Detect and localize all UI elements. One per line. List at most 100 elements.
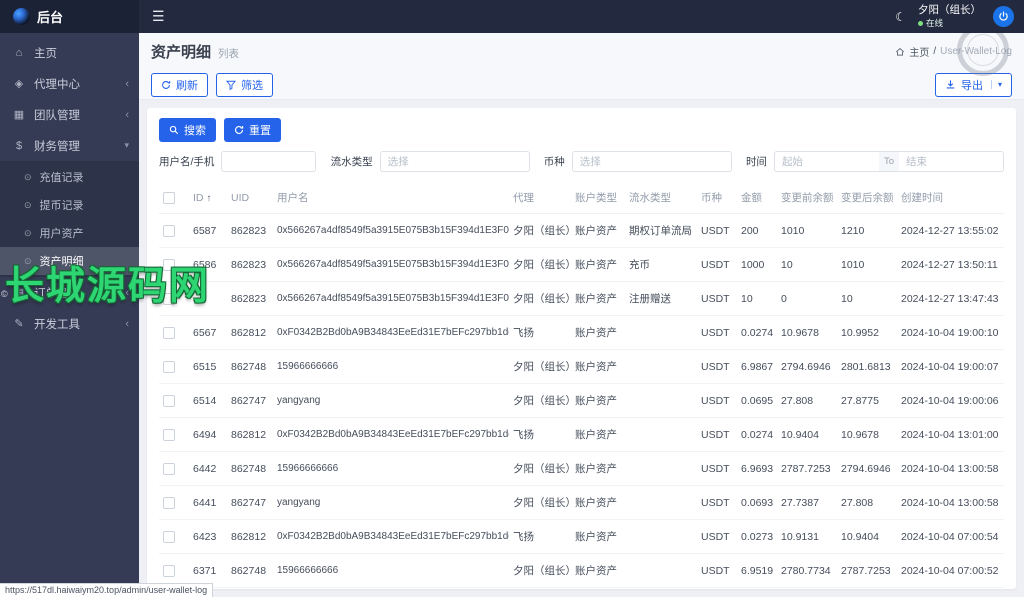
table-row: 6370862747yangyang夕阳（组长）账户资产USDT0.069227… bbox=[159, 587, 1004, 589]
page-subtitle: 列表 bbox=[218, 48, 240, 60]
cell-agent: 夕阳（组长） bbox=[509, 247, 571, 282]
chevron-left-icon: ‹ bbox=[125, 77, 129, 90]
cell-amount: 0.0274 bbox=[737, 417, 777, 452]
cell-uid: 862747 bbox=[227, 383, 273, 418]
refresh-button[interactable]: 刷新 bbox=[151, 72, 208, 97]
select-all-checkbox[interactable] bbox=[163, 191, 175, 204]
row-checkbox[interactable] bbox=[163, 428, 175, 441]
cell-coin: USDT bbox=[697, 213, 737, 248]
cell-username: yangyang bbox=[273, 383, 509, 418]
column-header-uid: UID bbox=[227, 182, 273, 214]
column-header-username: 用户名 bbox=[273, 182, 509, 214]
download-icon bbox=[946, 80, 955, 89]
row-checkbox[interactable] bbox=[163, 530, 175, 543]
breadcrumb-home[interactable]: 主页 bbox=[909, 44, 929, 59]
cell-coin: USDT bbox=[697, 519, 737, 554]
nav-label: 提币记录 bbox=[39, 200, 84, 212]
sidebar-item-user-assets[interactable]: ⊙ 用户资产 bbox=[0, 219, 139, 247]
cell-flow-type bbox=[625, 451, 697, 486]
row-checkbox[interactable] bbox=[163, 326, 175, 339]
flow-type-select[interactable] bbox=[379, 151, 530, 172]
cell-flow-type bbox=[625, 485, 697, 520]
cell-before-balance: 2787.7253 bbox=[777, 451, 837, 486]
cell-before-balance: 2780.7734 bbox=[777, 553, 837, 588]
column-header-id[interactable]: ID ↑ bbox=[189, 182, 227, 214]
cell-coin: USDT bbox=[697, 485, 737, 520]
cell-amount: 1000 bbox=[737, 247, 777, 282]
cell-agent: 飞扬 bbox=[509, 315, 571, 350]
sidebar-item-dev-tools[interactable]: ✎ 开发工具 ‹ bbox=[0, 308, 139, 339]
row-checkbox[interactable] bbox=[163, 224, 175, 237]
cell-amount: 0.0273 bbox=[737, 519, 777, 554]
cell-account-type: 账户资产 bbox=[571, 383, 625, 418]
column-header-account-type: 账户类型 bbox=[571, 182, 625, 214]
cell-uid: 862747 bbox=[227, 485, 273, 520]
logout-button[interactable] bbox=[993, 6, 1014, 27]
sidebar-item-withdraw-records[interactable]: ⊙ 提币记录 bbox=[0, 191, 139, 219]
cell-account-type: 账户资产 bbox=[571, 417, 625, 452]
search-icon bbox=[169, 125, 179, 135]
app-logo[interactable]: 后台 bbox=[0, 0, 139, 33]
row-checkbox[interactable] bbox=[163, 394, 175, 407]
cell-username: 15966666666 bbox=[273, 553, 509, 588]
sidebar-item-home[interactable]: ⌂ 主页 bbox=[0, 37, 139, 68]
row-checkbox[interactable] bbox=[163, 462, 175, 475]
filter-button[interactable]: 筛选 bbox=[216, 72, 273, 97]
sidebar-item-finance-management[interactable]: $ 财务管理 ▾ bbox=[0, 130, 139, 161]
cell-created-at: 2024-12-27 13:55:02 bbox=[897, 213, 1004, 248]
cell-coin: USDT bbox=[697, 587, 737, 589]
cell-after-balance: 10.9678 bbox=[837, 417, 897, 452]
cell-id: 6587 bbox=[189, 213, 227, 248]
user-info[interactable]: 夕阳（组长） 在线 bbox=[918, 4, 981, 29]
cell-account-type: 账户资产 bbox=[571, 519, 625, 554]
cell-coin: USDT bbox=[697, 553, 737, 588]
table-row: 6441 862747 yangyang 夕阳（组长） 账户资产 USDT 0.0693 27… bbox=[159, 485, 1004, 520]
coin-filter: 币种 bbox=[544, 151, 732, 172]
cell-amount: 10 bbox=[737, 281, 777, 316]
search-button[interactable]: 搜索 bbox=[159, 118, 216, 142]
nav-label: 团队管理 bbox=[34, 109, 80, 122]
cell-account-type: 账户资产 bbox=[571, 315, 625, 350]
cell-coin: USDT bbox=[697, 281, 737, 316]
username-filter-input[interactable] bbox=[221, 151, 317, 172]
agent-center-icon: ◈ bbox=[14, 78, 24, 90]
cell-uid: 862823 bbox=[227, 213, 273, 248]
cell-amount: 6.9867 bbox=[737, 349, 777, 384]
dark-mode-icon[interactable]: ☾ bbox=[895, 10, 906, 24]
finance-icon: $ bbox=[15, 139, 23, 152]
power-icon bbox=[999, 11, 1008, 21]
cell-account-type: 账户资产 bbox=[571, 587, 625, 589]
cell-agent: 夕阳（组长） bbox=[509, 281, 571, 316]
withdraw-records-icon: ⊙ bbox=[24, 199, 32, 210]
cell-created-at: 2024-10-04 19:00:10 bbox=[897, 315, 1004, 350]
sidebar-item-agent-center[interactable]: ◈ 代理中心 ‹ bbox=[0, 68, 139, 99]
asset-table: ID ↑ UID 用户名 代理 账户类型 流水类型 币种 金额 变更前余额 变更… bbox=[159, 182, 1004, 589]
cell-before-balance: 1010 bbox=[777, 213, 837, 248]
online-label: 在线 bbox=[926, 17, 944, 28]
cell-flow-type: 充币 bbox=[625, 247, 697, 282]
row-checkbox[interactable] bbox=[163, 496, 175, 509]
coin-filter-label: 币种 bbox=[543, 156, 565, 168]
cell-id: 6441 bbox=[189, 485, 227, 520]
row-checkbox[interactable] bbox=[163, 360, 175, 373]
row-checkbox[interactable] bbox=[163, 564, 175, 577]
export-button[interactable]: 导出 ▾ bbox=[934, 72, 1012, 97]
time-start-input[interactable] bbox=[773, 151, 879, 172]
chevron-down-icon[interactable]: ▾ bbox=[990, 80, 1002, 89]
sidebar-item-team-management[interactable]: ▦ 团队管理 ‹ bbox=[0, 99, 139, 130]
flow-type-filter-label: 流水类型 bbox=[330, 156, 373, 168]
reset-button[interactable]: 重置 bbox=[224, 118, 281, 142]
cell-flow-type bbox=[625, 553, 697, 588]
cell-username: 0x566267a4df8549f5a3915E075B3b15F394d1E3… bbox=[273, 247, 509, 282]
cell-username: 0xF0342B2Bd0bA9B34843EeEd31E7bEFc297bb1d… bbox=[273, 315, 509, 350]
cell-before-balance: 2794.6946 bbox=[777, 349, 837, 384]
time-end-input[interactable] bbox=[898, 151, 1004, 172]
username-filter-label: 用户名/手机 bbox=[159, 156, 215, 168]
cell-amount: 0.0692 bbox=[737, 587, 777, 589]
nav-label: 充值记录 bbox=[39, 172, 84, 184]
sidebar-item-recharge-records[interactable]: ⊙ 充值记录 bbox=[0, 163, 139, 191]
cell-id: 6567 bbox=[189, 315, 227, 350]
logo-icon bbox=[13, 8, 30, 25]
coin-select[interactable] bbox=[571, 151, 732, 172]
menu-toggle-icon[interactable]: ☰ bbox=[152, 8, 165, 25]
